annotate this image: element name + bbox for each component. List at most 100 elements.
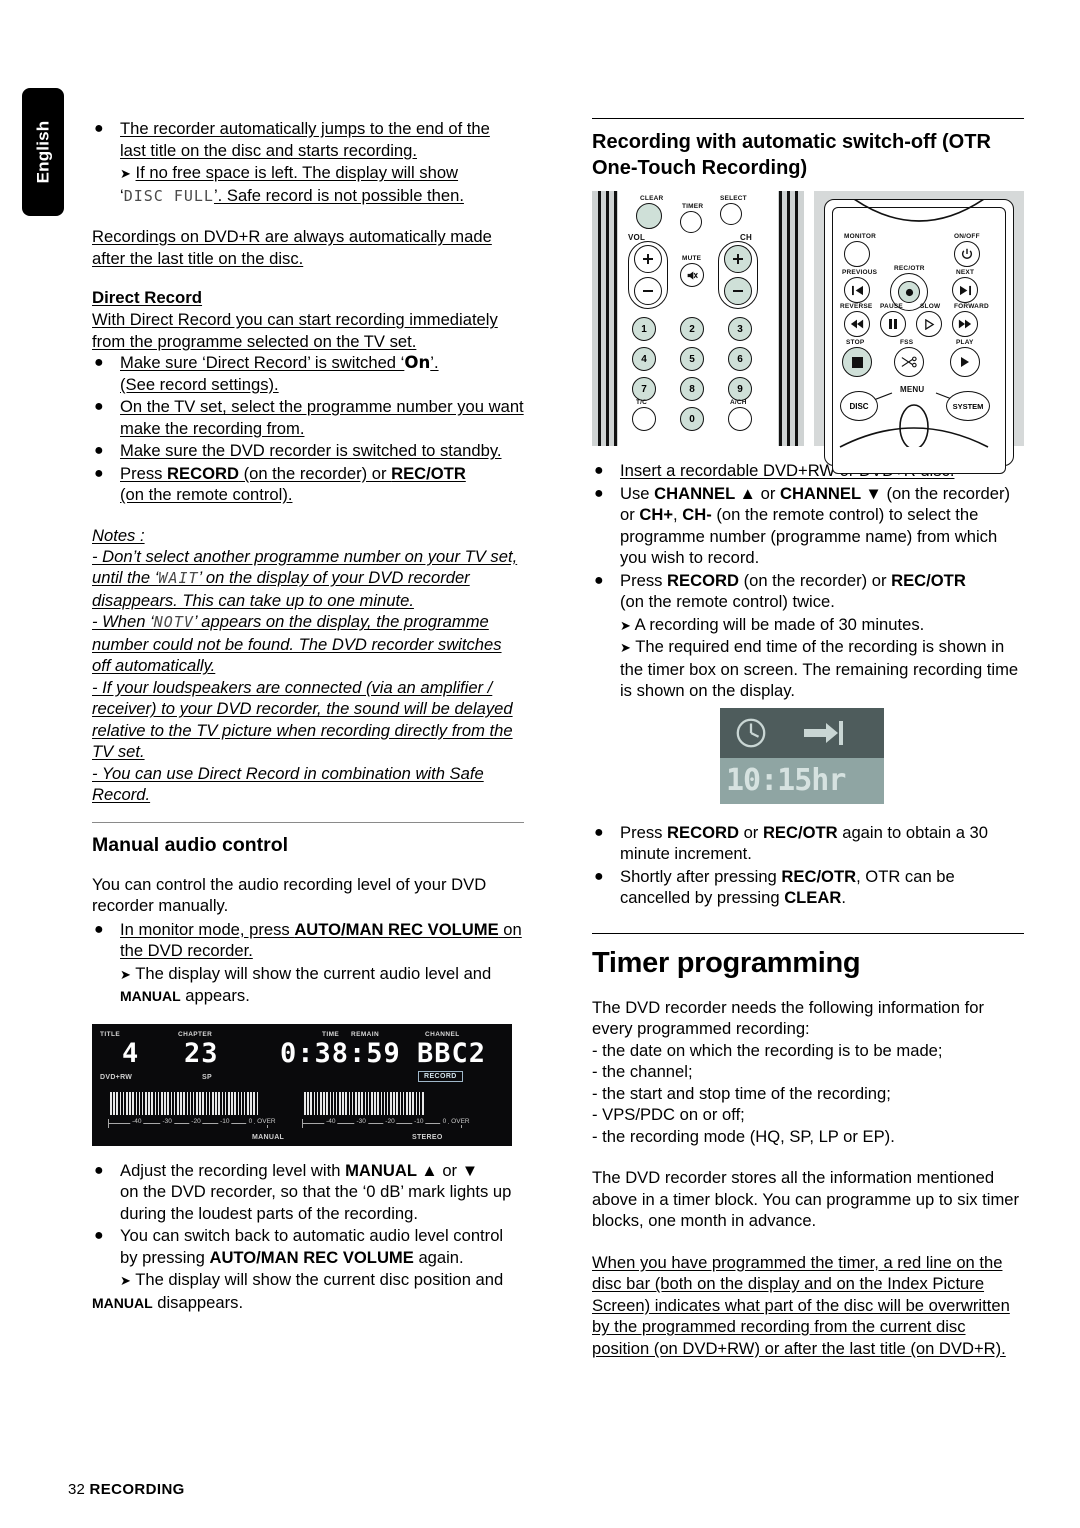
arrow-to-bar-icon: [804, 720, 843, 745]
remote-key-2[interactable]: 2: [680, 317, 704, 341]
arrow-disc-position-b: disappears.: [152, 1292, 244, 1312]
remote-reverse-label: REVERSE: [840, 303, 873, 310]
para-direct-record-intro: With Direct Record you can start recordi…: [92, 310, 498, 351]
fast-forward-icon: [958, 319, 972, 329]
remote-key-8[interactable]: 8: [680, 377, 704, 401]
vfd-scale-tick: -20: [383, 1117, 397, 1125]
vfd-value-channel: BBC2: [417, 1037, 487, 1069]
remote-next-button[interactable]: [952, 277, 978, 303]
remote-tc-button[interactable]: [632, 407, 656, 431]
remote-power-button[interactable]: [954, 241, 980, 267]
remote-clear-button[interactable]: [636, 203, 662, 229]
remote-reverse-button[interactable]: [844, 311, 870, 337]
remote-stop-label: STOP: [846, 339, 865, 346]
adjust-level-pre: Adjust the recording level with: [120, 1160, 346, 1180]
arrow-icon: ➤: [120, 1273, 131, 1288]
note-1: - Don’t select another programme number …: [92, 546, 524, 612]
timer-box-time-value: 10:15hr: [726, 762, 846, 798]
bullet-dot-icon: ●: [594, 484, 604, 502]
remote-ch-up-button[interactable]: [724, 245, 752, 273]
heading-otr-line2: One-Touch Recording): [592, 157, 808, 179]
footer-page-number: 32: [68, 1481, 86, 1498]
arrow-no-free-space: ➤ If no free space is left. The display …: [92, 162, 524, 185]
remote-monitor-button[interactable]: [844, 241, 870, 267]
ch-plus-key: CH+: [639, 505, 674, 524]
increment-mid: or: [738, 822, 763, 842]
bullet-dot-icon: ●: [94, 442, 104, 459]
remote-forward-label: FORWARD: [954, 303, 989, 310]
remote-stop-button[interactable]: [842, 347, 872, 377]
remote-next-label: NEXT: [956, 269, 975, 276]
remote-ch-down-button[interactable]: [724, 277, 752, 305]
remote-control-graphic: CLEAR TIMER SELECT VOL MUTE CH 1 2 3 4 5…: [592, 191, 1024, 474]
vfd-value-time: 0:38:59: [280, 1037, 401, 1069]
remote-recotr-button[interactable]: [898, 281, 920, 303]
remote-disc-menu-button[interactable]: DISC: [840, 391, 878, 421]
bullet-auto-jump: ● The recorder automatically jumps to th…: [92, 118, 524, 161]
arrow-no-free-space-text: If no free space is left. The display wi…: [135, 163, 459, 182]
vfd-scale-tick: OVER: [255, 1117, 278, 1125]
vfd-audio-meter-left: [110, 1091, 262, 1115]
remote-key-9[interactable]: 9: [728, 377, 752, 401]
arrow-end-time-text: The required end time of the recording i…: [620, 637, 1019, 700]
bullet-dot-icon: ●: [594, 462, 604, 479]
remote-vol-up-button[interactable]: [634, 245, 662, 273]
auto-man-rec-volume-key: AUTO/MAN REC VOLUME: [294, 919, 499, 939]
heading-direct-record: Direct Record: [92, 288, 203, 307]
vfd-disc-type: DVD+RW: [100, 1073, 133, 1081]
remote-mute-label: MUTE: [682, 255, 702, 262]
remote-timer-button[interactable]: [680, 211, 702, 233]
remote-select-button[interactable]: [720, 203, 742, 225]
vfd-rec-mode: SP: [202, 1073, 212, 1081]
remote-previous-label: PREVIOUS: [842, 269, 878, 276]
remote-mute-button[interactable]: [680, 263, 704, 287]
bullet-dot-icon: ●: [94, 920, 104, 938]
remote-ach-button[interactable]: [728, 407, 752, 431]
remote-pause-button[interactable]: [880, 311, 906, 337]
remote-fss-button[interactable]: [894, 347, 924, 377]
use-channel-mid1: or: [755, 483, 780, 503]
remote-timer-label: TIMER: [682, 203, 704, 210]
bullet-adjust-level: ● Adjust the recording level with MANUAL…: [92, 1160, 524, 1225]
remote-key-1[interactable]: 1: [632, 317, 656, 341]
vfd-manual-indicator: MANUAL: [252, 1133, 285, 1141]
remote-previous-button[interactable]: [844, 277, 870, 303]
bullet-use-channel: ● Use CHANNEL ▲ or CHANNEL ▼ (on the rec…: [592, 483, 1024, 569]
tp-item-1: - the channel;: [592, 1062, 693, 1081]
rewind-icon: [850, 319, 864, 329]
remote-slow-button[interactable]: [916, 311, 942, 337]
press-record-twice-mid: (on the recorder) or: [738, 570, 892, 590]
vfd-value-title: 4: [122, 1037, 140, 1069]
remote-key-3[interactable]: 3: [728, 317, 752, 341]
ch-minus-key: CH-: [682, 505, 712, 524]
note-2-a: - When ‘: [92, 612, 154, 631]
para-red-line: When you have programmed the timer, a re…: [592, 1252, 1010, 1358]
remote-vol-down-button[interactable]: [634, 277, 662, 305]
bullet-auto-jump-line1: The recorder automatically jumps to the …: [120, 119, 490, 138]
manual-indicator-word: MANUAL: [120, 988, 181, 1004]
arrow-end-time: ➤ The required end time of the recording…: [592, 636, 1024, 702]
increment-pre: Press: [620, 822, 668, 842]
remote-key-0[interactable]: 0: [680, 407, 704, 431]
para-dvdr-recordings: Recordings on DVD+R are always automatic…: [92, 227, 492, 268]
arrow-disc-full: ‘DISC FULL’. Safe record is not possible…: [92, 185, 524, 208]
press-record-pre: Press: [120, 463, 168, 483]
remote-play-button[interactable]: [950, 347, 980, 377]
bullet-dot-icon: ●: [594, 867, 604, 885]
cancel-otr-pre: Shortly after pressing: [620, 866, 782, 886]
heading-otr: Recording with automatic switch-off (OTR…: [592, 129, 1024, 181]
remote-key-5[interactable]: 5: [680, 347, 704, 371]
remote-key-6[interactable]: 6: [728, 347, 752, 371]
vfd-scale-right: -40 -30 -20 -10 0 OVER: [302, 1117, 472, 1131]
remote-bottom-arc: [839, 427, 989, 448]
vfd-scale-tick: -40: [324, 1117, 338, 1125]
remote-key-7[interactable]: 7: [632, 377, 656, 401]
remote-system-menu-button[interactable]: SYSTEM: [946, 391, 990, 421]
heading-manual-audio-control: Manual audio control: [92, 833, 289, 856]
section-divider: [92, 821, 524, 823]
monitor-mode-pre: In monitor mode, press: [120, 919, 295, 939]
remote-key-4[interactable]: 4: [632, 347, 656, 371]
para-timer-blocks: The DVD recorder stores all the informat…: [592, 1168, 1020, 1230]
remote-forward-button[interactable]: [952, 311, 978, 337]
clock-icon: [736, 718, 766, 747]
